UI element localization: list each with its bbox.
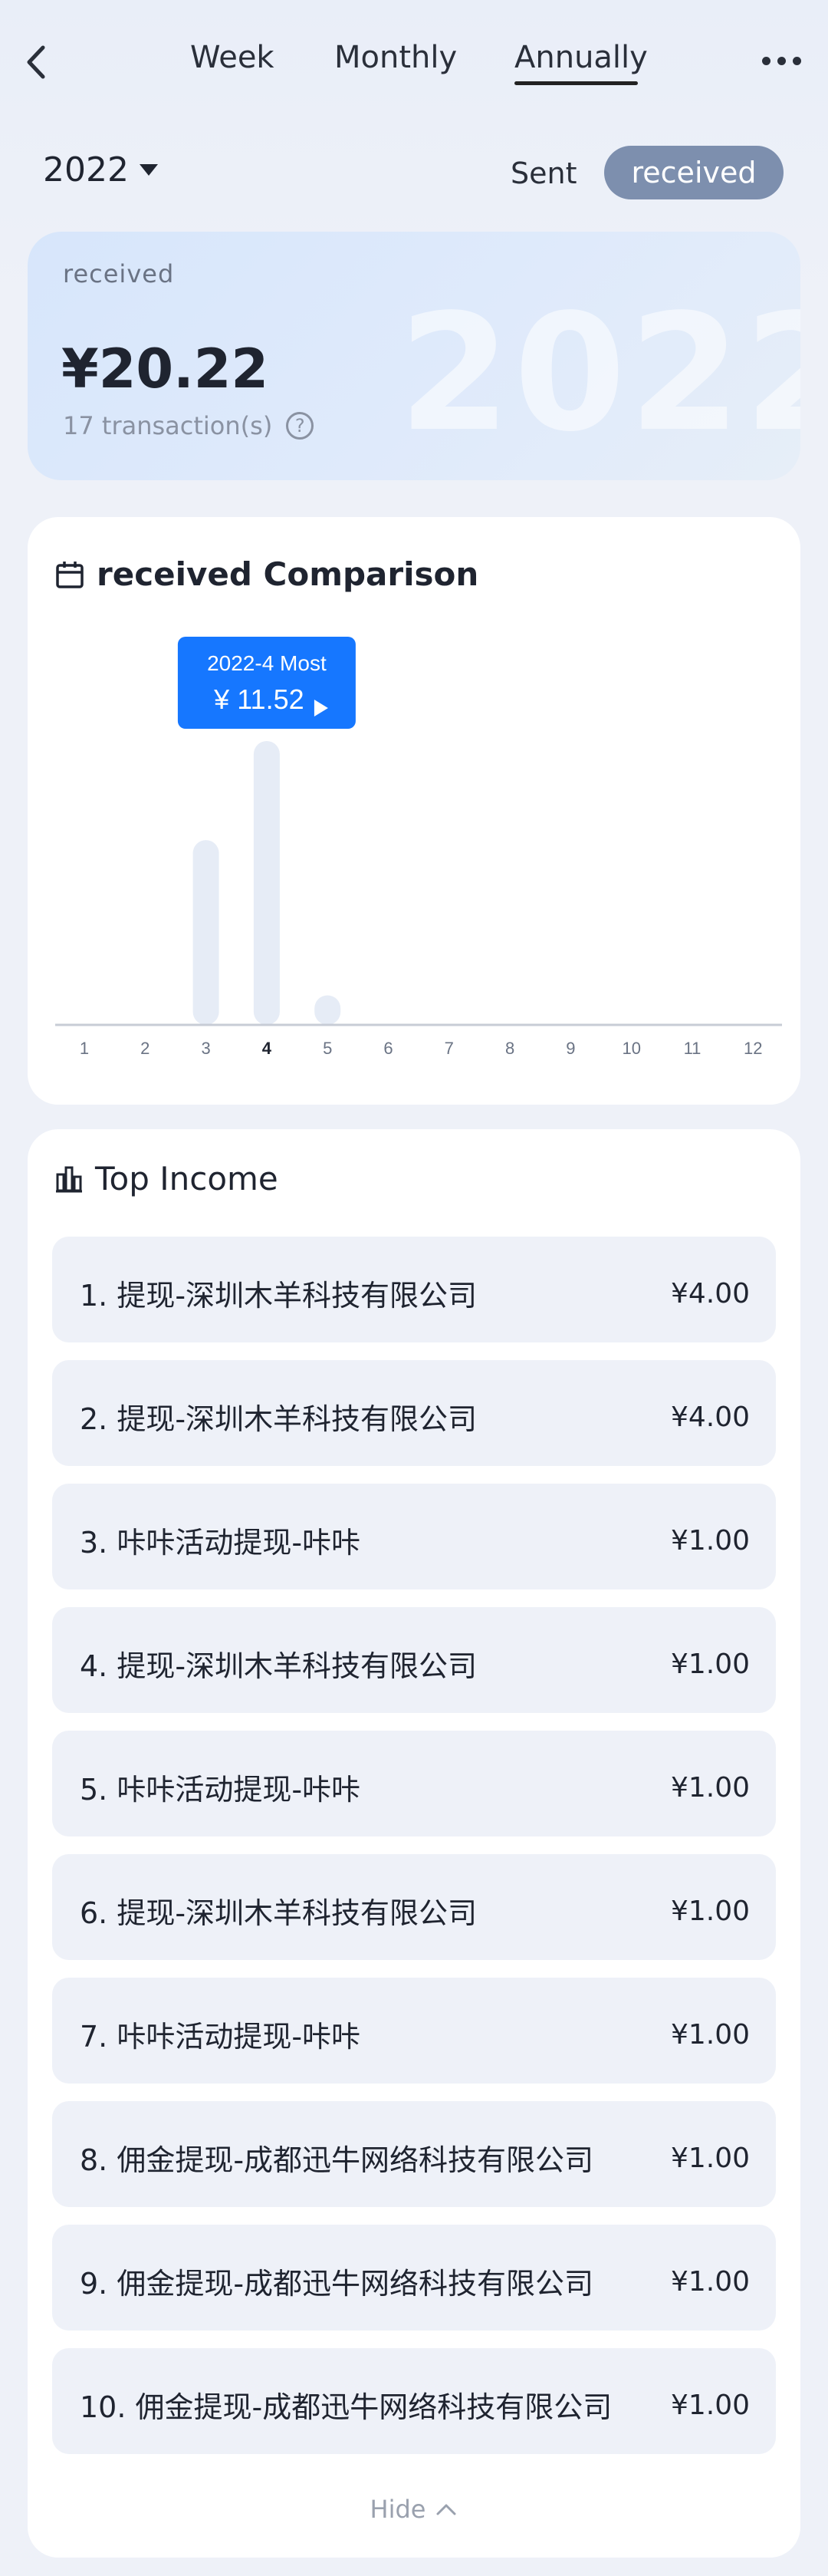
- income-item[interactable]: 5. 咔咔活动提现-咔咔 ¥1.00: [52, 1731, 776, 1836]
- more-options-icon[interactable]: [759, 46, 805, 77]
- summary-label: received: [63, 259, 175, 288]
- summary-card: 2022 received ¥20.22 17 transaction(s) ?: [28, 232, 800, 480]
- x-tick-label: 9: [566, 1039, 575, 1058]
- income-item-value: ¥1.00: [670, 2266, 750, 2298]
- income-item-value: ¥1.00: [670, 1896, 750, 1927]
- income-item[interactable]: 4. 提现-深圳木羊科技有限公司 ¥1.00: [52, 1607, 776, 1713]
- x-tick-label: 12: [744, 1039, 762, 1058]
- x-tick-label: 7: [445, 1039, 454, 1058]
- chevron-up-icon: [436, 2504, 456, 2515]
- income-item-name: 5. 咔咔活动提现-咔咔: [80, 1773, 361, 1807]
- summary-amount: ¥20.22: [61, 338, 269, 400]
- toggle-received[interactable]: received: [604, 146, 784, 199]
- tab-week[interactable]: Week: [190, 40, 274, 75]
- back-chevron-icon: [27, 45, 45, 79]
- income-item-name: 9. 佣金提现-成都迅牛网络科技有限公司: [80, 2267, 594, 2301]
- income-item-value: ¥4.00: [670, 1278, 750, 1309]
- transaction-count: 17 transaction(s) ?: [63, 411, 314, 440]
- active-tab-indicator: [514, 81, 638, 85]
- year-label: 2022: [43, 150, 129, 189]
- income-item[interactable]: 10. 佣金提现-成都迅牛网络科技有限公司 ¥1.00: [52, 2348, 776, 2454]
- bar-chart: 1 2 3 4 5 6 7 8 9 10 11 12 2022-4 Most ¥ 11.52: [55, 637, 782, 1058]
- transaction-count-text: 17 transaction(s): [63, 411, 273, 440]
- income-item[interactable]: 1. 提现-深圳木羊科技有限公司 ¥4.00: [52, 1237, 776, 1342]
- income-item[interactable]: 3. 咔咔活动提现-咔咔 ¥1.00: [52, 1484, 776, 1589]
- toggle-sent[interactable]: Sent: [511, 156, 577, 190]
- top-income-header: Top Income: [55, 1160, 278, 1197]
- hide-label: Hide: [370, 2495, 426, 2524]
- income-item[interactable]: 9. 佣金提现-成都迅牛网络科技有限公司 ¥1.00: [52, 2225, 776, 2331]
- income-item[interactable]: 6. 提现-深圳木羊科技有限公司 ¥1.00: [52, 1854, 776, 1960]
- bar-chart-icon: [56, 1166, 82, 1192]
- year-selector[interactable]: 2022: [43, 150, 158, 189]
- income-item[interactable]: 2. 提现-深圳木羊科技有限公司 ¥4.00: [52, 1360, 776, 1466]
- tab-annually[interactable]: Annually: [514, 40, 648, 75]
- income-item-name: 8. 佣金提现-成都迅牛网络科技有限公司: [80, 2143, 594, 2177]
- caret-down-icon: [139, 164, 158, 176]
- bar-month-3[interactable]: [192, 840, 219, 1025]
- bar-month-4[interactable]: [253, 741, 280, 1025]
- income-item-value: ¥4.00: [670, 1402, 750, 1433]
- x-tick-label: 6: [383, 1039, 393, 1058]
- income-item-name: 10. 佣金提现-成都迅牛网络科技有限公司: [80, 2390, 613, 2424]
- comparison-card: received Comparison 1 2 3 4 5 6 7 8 9 10 11 12 2022…: [28, 517, 800, 1105]
- back-button[interactable]: [17, 37, 57, 87]
- income-item-name: 7. 咔咔活动提现-咔咔: [80, 2020, 361, 2054]
- tooltip-title: 2022-4 Most: [207, 651, 327, 675]
- income-item-value: ¥1.00: [670, 1525, 750, 1556]
- x-tick-label: 10: [622, 1039, 640, 1058]
- tooltip-value: ¥ 11.52: [213, 684, 304, 715]
- bar-month-5[interactable]: [314, 995, 341, 1025]
- income-item-name: 3. 咔咔活动提现-咔咔: [80, 1526, 361, 1560]
- tooltip-box: [177, 637, 356, 729]
- income-item-value: ¥1.00: [670, 1772, 750, 1804]
- x-tick-label: 8: [505, 1039, 514, 1058]
- income-item-value: ¥1.00: [670, 2143, 750, 2174]
- income-item-value: ¥1.00: [670, 1649, 750, 1680]
- year-watermark: 2022: [399, 279, 800, 467]
- chart-tooltip: 2022-4 Most ¥ 11.52: [177, 637, 356, 729]
- income-item-value: ¥1.00: [670, 2390, 750, 2421]
- tab-monthly[interactable]: Monthly: [334, 40, 457, 75]
- help-icon[interactable]: ?: [286, 412, 314, 440]
- x-tick-label: 5: [323, 1039, 332, 1058]
- income-item-name: 2. 提现-深圳木羊科技有限公司: [80, 1402, 478, 1436]
- income-item[interactable]: 7. 咔咔活动提现-咔咔 ¥1.00: [52, 1978, 776, 2084]
- income-item-name: 1. 提现-深圳木羊科技有限公司: [80, 1279, 478, 1313]
- income-item[interactable]: 8. 佣金提现-成都迅牛网络科技有限公司 ¥1.00: [52, 2101, 776, 2207]
- x-tick-label: 3: [201, 1039, 210, 1058]
- income-item-name: 6. 提现-深圳木羊科技有限公司: [80, 1896, 478, 1930]
- top-income-card: Top Income 1. 提现-深圳木羊科技有限公司 ¥4.00 2. 提现-…: [28, 1129, 800, 2558]
- income-item-name: 4. 提现-深圳木羊科技有限公司: [80, 1649, 478, 1683]
- income-item-value: ¥1.00: [670, 2019, 750, 2051]
- top-income-title: Top Income: [95, 1160, 278, 1197]
- x-tick-label: 2: [140, 1039, 150, 1058]
- x-tick-label: 11: [684, 1039, 702, 1058]
- hide-button[interactable]: Hide: [28, 2495, 800, 2524]
- top-nav: Week Monthly Annually: [0, 0, 828, 123]
- x-tick-label: 1: [80, 1039, 89, 1058]
- x-tick-label: 4: [262, 1039, 272, 1058]
